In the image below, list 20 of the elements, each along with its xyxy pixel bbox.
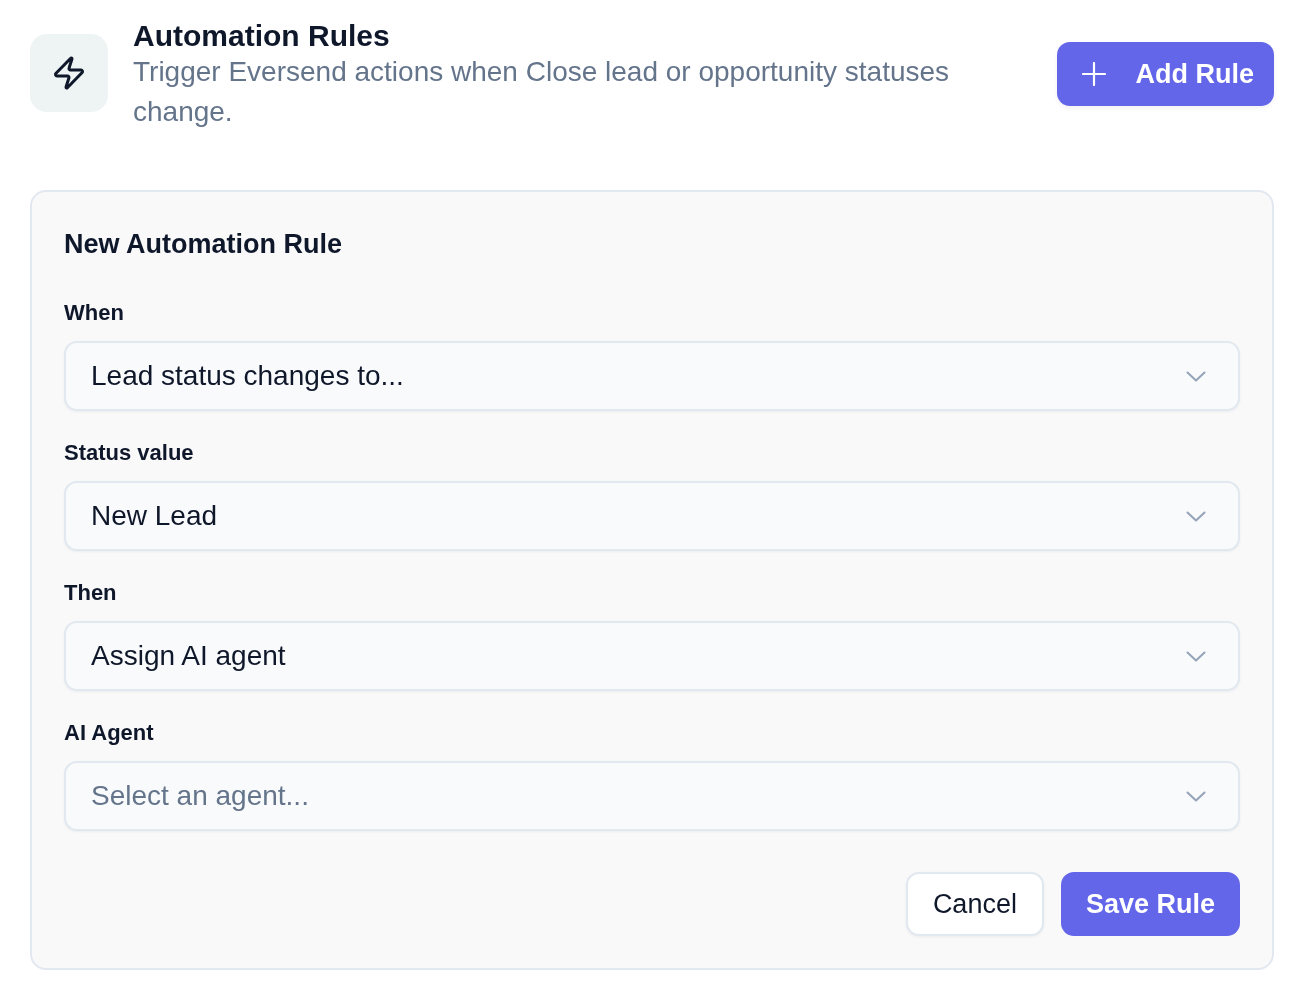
field-label: When (64, 300, 125, 326)
cancel-button[interactable]: Cancel (905, 872, 1044, 936)
page-subtitle: Trigger Eversend actions when Close lead or opportunity statuses change. (133, 55, 951, 129)
form-title: New Automation Rule (64, 229, 343, 259)
chevron-down-icon (1186, 370, 1206, 382)
dropdown-field[interactable]: Select an agent... (64, 761, 1240, 831)
dropdown-field[interactable]: Lead status changes to... (64, 341, 1240, 411)
dropdown-field[interactable]: Assign AI agent (64, 621, 1240, 691)
save-button[interactable]: Save Rule (1060, 872, 1240, 936)
plus-icon (1081, 62, 1106, 86)
add-rule-button[interactable]: Add Rule (1056, 42, 1274, 106)
field-label: Status value (64, 440, 195, 466)
page-title: Automation Rules (133, 20, 391, 52)
field-label: AI Agent (64, 720, 155, 746)
lightning-icon (30, 34, 108, 112)
field-label: Then (64, 580, 118, 606)
chevron-down-icon (1186, 650, 1206, 662)
chevron-down-icon (1186, 510, 1206, 522)
dropdown-field[interactable]: New Lead (64, 481, 1240, 551)
chevron-down-icon (1186, 790, 1206, 802)
